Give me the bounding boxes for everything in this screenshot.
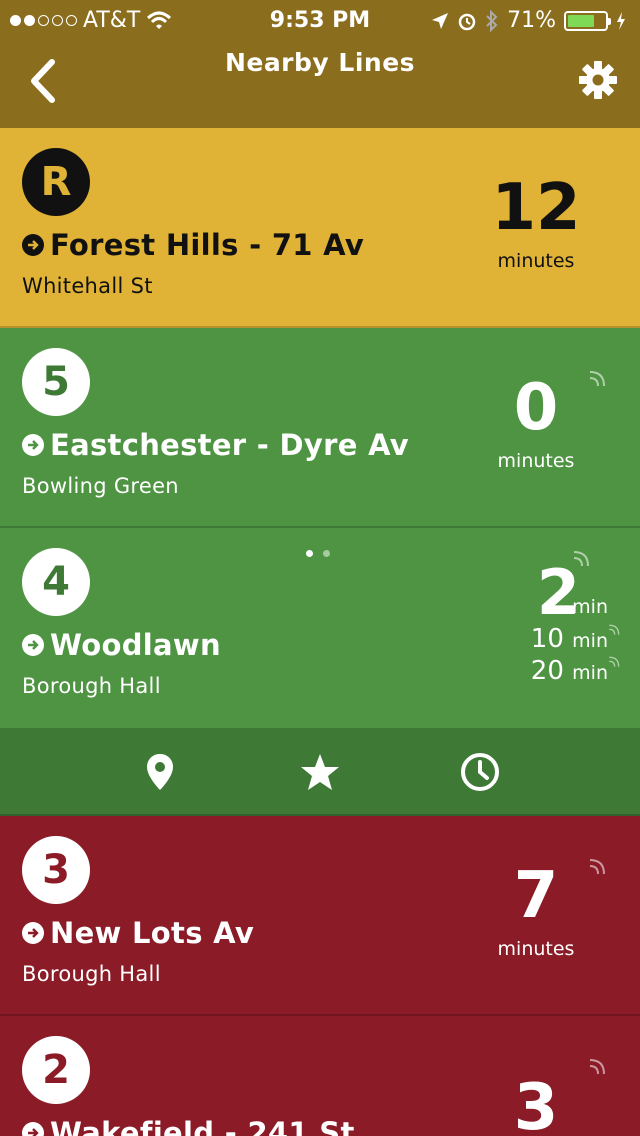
route-badge-4: 4 — [22, 548, 90, 616]
realtime-icon — [589, 1059, 605, 1075]
arrow-right-icon — [22, 634, 44, 656]
alarm-icon — [458, 13, 476, 30]
page-title: Nearby Lines — [224, 48, 416, 77]
line-row-5[interactable]: 5 Eastchester - Dyre Av Bowling Green 0 … — [0, 328, 640, 528]
arrow-right-icon — [22, 922, 44, 944]
destination: Wakefield - 241 St — [22, 1116, 355, 1136]
route-badge-3: 3 — [22, 836, 90, 904]
arrival-time: 12 — [491, 171, 581, 245]
battery-icon — [564, 10, 611, 31]
arrival-unit: minutes — [497, 250, 575, 272]
favorite-button[interactable] — [298, 750, 342, 794]
star-icon — [301, 754, 339, 790]
station-name: Borough Hall — [22, 674, 161, 698]
arrival-unit: minutes — [497, 938, 575, 960]
page-indicator[interactable] — [306, 550, 330, 557]
line-row-4[interactable]: 4 Woodlawn Borough Hall 2 min 10 min 20 … — [0, 528, 640, 728]
destination: Forest Hills - 71 Av — [22, 228, 364, 262]
arrow-right-icon — [22, 1122, 44, 1136]
arrival-time-third: 20 min — [531, 656, 608, 686]
arrival-value: 10 — [530, 624, 564, 654]
clock-icon — [461, 753, 499, 791]
realtime-icon — [609, 624, 620, 635]
route-badge-2: 2 — [22, 1036, 90, 1104]
arrival-unit: min — [572, 630, 608, 652]
arrival-time: 7 — [513, 859, 559, 933]
gear-icon — [579, 61, 617, 99]
destination-label: Eastchester - Dyre Av — [50, 428, 409, 462]
arrival-time: 3 — [513, 1071, 559, 1136]
line-row-2[interactable]: 2 Wakefield - 241 St 3 — [0, 1016, 640, 1136]
battery-percent: 71% — [507, 8, 556, 33]
charging-icon — [617, 11, 625, 30]
bluetooth-icon — [486, 9, 498, 32]
destination-label: New Lots Av — [50, 916, 255, 950]
status-right: 71% — [431, 8, 626, 33]
station-name: Whitehall St — [22, 274, 153, 298]
destination-label: Woodlawn — [50, 628, 221, 662]
arrival-time: 0 — [513, 371, 559, 445]
arrival-value: 20 — [530, 656, 564, 686]
line-row-3[interactable]: 3 New Lots Av Borough Hall 7 minutes — [0, 816, 640, 1016]
station-name: Bowling Green — [22, 474, 179, 498]
status-bar: AT&T 9:53 PM 71% — [0, 0, 640, 40]
arrival-unit: minutes — [497, 450, 575, 472]
location-pin-icon — [147, 754, 173, 790]
station-name: Borough Hall — [22, 962, 161, 986]
destination: Woodlawn — [22, 628, 221, 662]
route-badge-r: R — [22, 148, 90, 216]
header: AT&T 9:53 PM 71% Nearby Lines — [0, 0, 640, 128]
battery-fill — [568, 14, 594, 27]
route-badge-5: 5 — [22, 348, 90, 416]
realtime-icon — [609, 656, 620, 667]
destination: Eastchester - Dyre Av — [22, 428, 409, 462]
row-action-bar — [0, 728, 640, 816]
settings-button[interactable] — [578, 60, 618, 100]
arrow-right-icon — [22, 434, 44, 456]
destination: New Lots Av — [22, 916, 254, 950]
arrival-time-second: 10 min — [531, 624, 608, 654]
location-arrow-icon — [432, 12, 449, 29]
arrow-right-icon — [22, 234, 44, 256]
arrival-unit-next: min — [572, 596, 608, 618]
destination-label: Forest Hills - 71 Av — [50, 228, 365, 262]
map-location-button[interactable] — [138, 750, 182, 794]
destination-label: Wakefield - 241 St — [50, 1116, 355, 1136]
line-row-r[interactable]: R Forest Hills - 71 Av Whitehall St 12 m… — [0, 128, 640, 328]
arrival-unit: min — [572, 662, 608, 684]
schedule-button[interactable] — [458, 750, 502, 794]
